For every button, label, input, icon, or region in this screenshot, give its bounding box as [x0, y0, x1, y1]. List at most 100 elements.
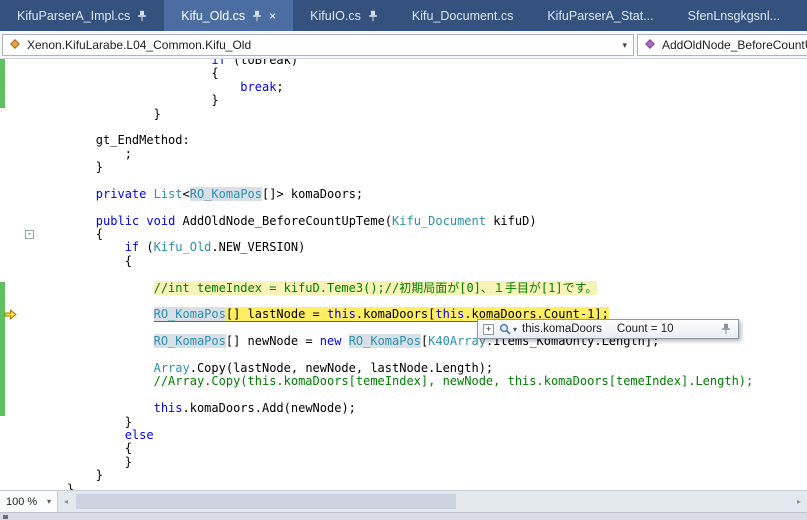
close-icon[interactable]: × — [269, 10, 276, 22]
code-line[interactable]: } — [0, 482, 807, 490]
code-text-segment: } — [95, 160, 104, 175]
code-text: { — [38, 67, 807, 80]
zoom-select[interactable]: 100 % ▾ — [0, 491, 58, 512]
pin-icon[interactable] — [368, 10, 378, 22]
code-text: } — [38, 414, 807, 429]
code-text-segment: { — [124, 253, 132, 268]
code-text-segment: } — [211, 93, 219, 108]
scroll-right-icon[interactable]: ▸ — [791, 497, 807, 506]
code-line[interactable]: - { — [0, 227, 807, 241]
tab-label: SfenLnsgkgsnl... — [687, 8, 781, 23]
code-line[interactable] — [0, 121, 807, 134]
code-line[interactable]: //Array.Copy(this.komaDoors[temeIndex], … — [0, 375, 807, 389]
datatip-value: Count = 10 — [616, 323, 674, 335]
code-line[interactable]: this.komaDoors.Add(newNode); — [0, 401, 807, 416]
chevron-down-icon[interactable]: ▾ — [513, 325, 517, 334]
chevron-down-icon[interactable]: ▾ — [622, 40, 627, 51]
code-line[interactable]: } — [0, 160, 807, 175]
editor-bottom-bar: 100 % ▾ ◂ ▸ — [0, 490, 807, 512]
tab-label: KifuParserA_Impl.cs — [17, 8, 131, 23]
code-line[interactable]: { — [0, 67, 807, 81]
type-path-label: Xenon.KifuLarabe.L04_Common.Kifu_Old — [27, 38, 252, 52]
expand-icon[interactable]: + — [483, 323, 494, 335]
code-text: { — [38, 442, 807, 455]
code-text: } — [38, 468, 807, 482]
pin-icon[interactable] — [721, 323, 731, 335]
code-text: } — [38, 93, 807, 108]
scroll-left-icon[interactable]: ◂ — [58, 497, 74, 506]
code-line[interactable] — [0, 175, 807, 188]
code-line[interactable] — [0, 268, 807, 281]
code-text: Array.Copy(lastNode, newNode, lastNode.L… — [38, 361, 807, 375]
code-line[interactable]: ; — [0, 147, 807, 161]
code-text: //int temeIndex = kifuD.Teme3();//初期局面が[… — [38, 280, 807, 295]
tab-sfenlnsgkgsnl[interactable]: SfenLnsgkgsnl... — [671, 0, 797, 31]
code-line[interactable]: } — [0, 93, 807, 108]
member-dropdown[interactable]: AddOldNode_BeforeCountU... — [637, 34, 807, 56]
code-line[interactable]: } — [0, 455, 807, 469]
code-text: public void AddOldNode_BeforeCountUpTeme… — [38, 214, 807, 228]
change-bar — [0, 67, 5, 81]
code-text: { — [38, 227, 807, 241]
code-text: this.komaDoors.Add(newNode); — [38, 401, 807, 416]
type-dropdown[interactable]: Xenon.KifuLarabe.L04_Common.Kifu_Old ▾ — [2, 34, 634, 56]
tab-kifu-document-cs[interactable]: Kifu_Document.cs — [395, 0, 530, 31]
code-text: { — [38, 253, 807, 268]
code-line[interactable]: private List<RO_KomaPos[]> komaDoors; — [0, 186, 807, 201]
tab-label: KifuParserA_Stat... — [547, 8, 654, 23]
code-line[interactable]: } — [0, 414, 807, 429]
collapse-region-icon[interactable]: - — [25, 230, 34, 240]
tab-kifu-old-cs[interactable]: Kifu_Old.cs × — [164, 0, 294, 31]
code-line[interactable]: public void AddOldNode_BeforeCountUpTeme… — [0, 214, 807, 228]
code-line[interactable]: { — [0, 442, 807, 455]
tab-label: KifuIO.cs — [310, 8, 361, 23]
code-text-segment: this.komaDoors.Add(newNode); — [153, 401, 356, 416]
code-text: if (Kifu_Old.NEW_VERSION) — [38, 241, 807, 254]
code-line[interactable]: else — [0, 428, 807, 442]
code-line[interactable] — [0, 295, 807, 309]
magnifier-icon[interactable] — [499, 323, 511, 335]
code-text-segment: { — [124, 441, 132, 456]
member-name-label: AddOldNode_BeforeCountU... — [662, 38, 807, 52]
code-editor[interactable]: if (toBreak) { break; } } gt_EndMethod: … — [0, 59, 807, 490]
code-text-segment: //int temeIndex = kifuD.Teme3();//初期局面が[… — [153, 280, 598, 295]
tab-kifuparsera-impl-cs[interactable]: KifuParserA_Impl.cs — [0, 0, 164, 31]
method-icon — [644, 38, 656, 53]
current-statement-arrow-icon[interactable] — [4, 308, 18, 321]
code-line[interactable]: break; — [0, 80, 807, 95]
code-lines: if (toBreak) { break; } } gt_EndMethod: … — [0, 59, 807, 490]
code-text-segment: if (toBreak) — [211, 59, 299, 67]
change-bar — [0, 348, 5, 362]
code-text-segment: if (Kifu_Old.NEW_VERSION) — [124, 240, 306, 255]
change-bar — [0, 80, 5, 95]
pin-icon[interactable] — [137, 10, 147, 22]
change-bar — [0, 94, 5, 108]
pin-icon[interactable] — [252, 10, 262, 22]
document-tabbar: KifuParserA_Impl.cs Kifu_Old.cs × KifuIO.cs… — [0, 0, 807, 31]
tab-label: Kifu_Document.cs — [411, 8, 514, 23]
splitter-grip-icon — [3, 515, 8, 519]
change-bar — [0, 59, 5, 68]
code-line[interactable]: { — [0, 253, 807, 268]
chevron-down-icon: ▾ — [46, 497, 51, 506]
code-line[interactable]: } — [0, 107, 807, 121]
tab-kifuparsera-stat[interactable]: KifuParserA_Stat... — [530, 0, 670, 31]
code-line[interactable] — [0, 388, 807, 403]
code-line[interactable] — [0, 348, 807, 362]
datatip-expression[interactable]: this.komaDoors — [522, 323, 602, 335]
change-bar — [0, 375, 5, 389]
change-bar — [0, 402, 5, 416]
code-line[interactable] — [0, 201, 807, 214]
bottom-strip — [0, 512, 807, 520]
tab-label: Kifu_Old.cs — [181, 8, 246, 23]
code-line[interactable]: Array.Copy(lastNode, newNode, lastNode.L… — [0, 361, 807, 376]
code-line[interactable]: //int temeIndex = kifuD.Teme3();//初期局面が[… — [0, 280, 807, 296]
scrollbar-thumb[interactable] — [76, 494, 456, 509]
code-line[interactable]: if (Kifu_Old.NEW_VERSION) — [0, 241, 807, 254]
code-line[interactable]: } — [0, 468, 807, 482]
code-line[interactable]: gt_EndMethod: — [0, 134, 807, 147]
horizontal-scrollbar[interactable]: ◂ ▸ — [58, 491, 807, 512]
code-text: } — [38, 107, 807, 121]
tab-kifuio-cs[interactable]: KifuIO.cs — [293, 0, 395, 31]
code-text-segment: } — [124, 414, 132, 429]
